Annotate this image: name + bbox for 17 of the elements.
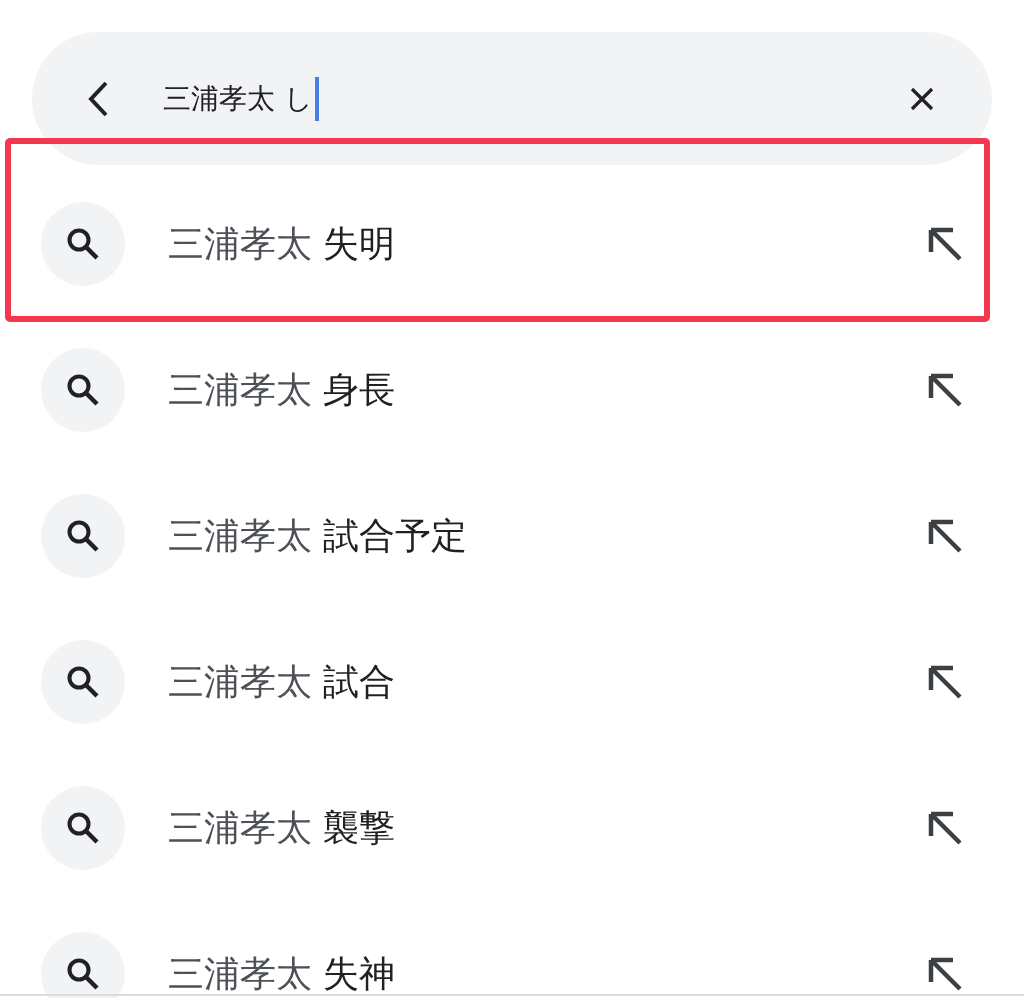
up-left-arrow-icon (928, 373, 962, 407)
up-left-arrow-icon (928, 957, 962, 991)
suggestion-text[interactable]: 三浦孝太 身長 (168, 366, 396, 414)
search-icon (41, 932, 125, 998)
up-left-arrow-icon (928, 811, 962, 845)
suggestion-text[interactable]: 三浦孝太 試合予定 (168, 512, 468, 560)
up-left-arrow-icon (928, 519, 962, 553)
back-chevron-icon (87, 80, 109, 117)
search-query-text: 三浦孝太 し (163, 80, 313, 117)
suggestion-text[interactable]: 三浦孝太 失明 (168, 220, 396, 268)
suggestion-text[interactable]: 三浦孝太 試合 (168, 658, 396, 706)
suggestion-text[interactable]: 三浦孝太 失神 (168, 950, 396, 998)
up-left-arrow-icon (928, 665, 962, 699)
search-field[interactable]: 三浦孝太 し (163, 74, 319, 123)
up-left-arrow-icon (928, 227, 962, 261)
close-icon (910, 86, 934, 111)
suggestion-text[interactable]: 三浦孝太 襲撃 (168, 804, 396, 852)
